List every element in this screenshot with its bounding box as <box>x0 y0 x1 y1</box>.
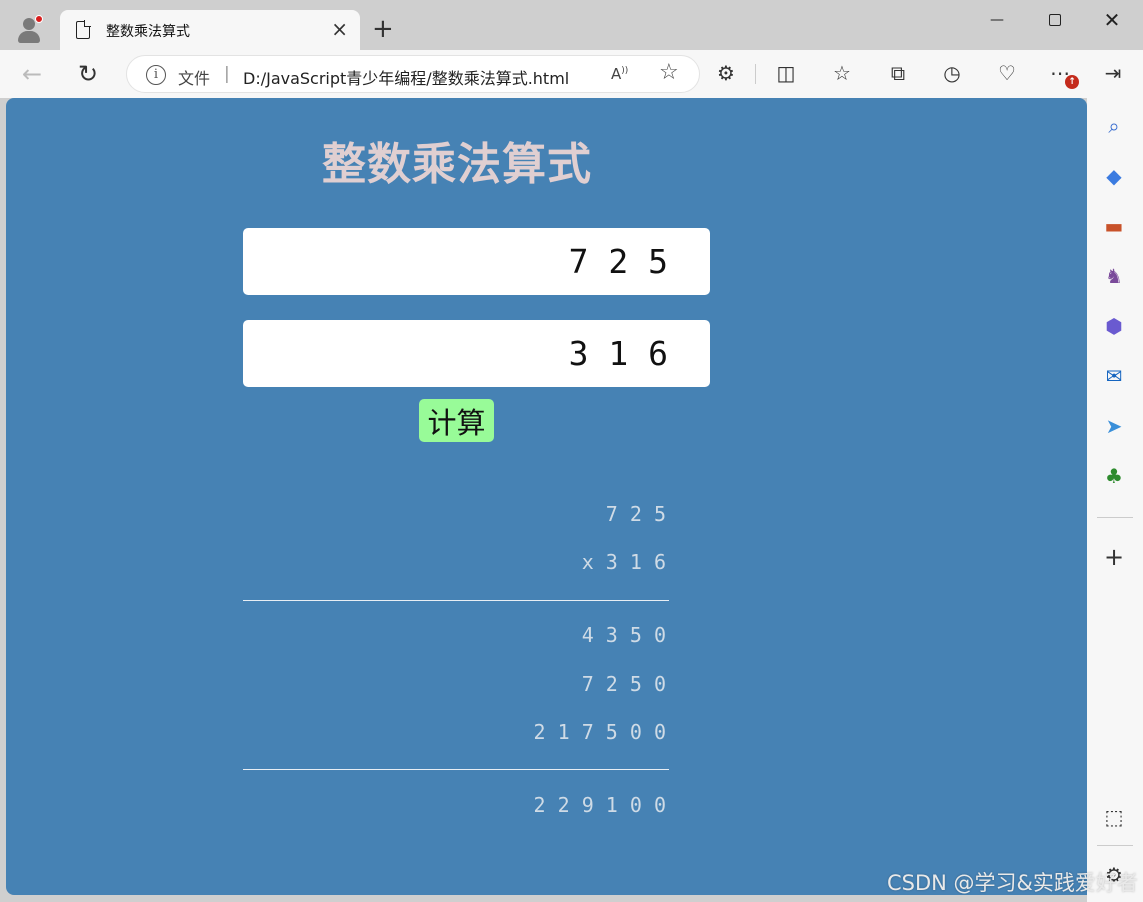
drop-send-icon[interactable]: ➤ <box>1099 411 1129 441</box>
edge-sidebar: ⌕ ◆ ▬ ♞ ⬢ ✉ ➤ ♣ + ⬚ ⚙ <box>1087 98 1143 902</box>
tools-briefcase-icon[interactable]: ▬ <box>1099 211 1129 241</box>
scheme-label: 文件 <box>178 69 211 88</box>
reload-icon[interactable]: ↻ <box>78 60 98 88</box>
multiplicand-input[interactable] <box>243 228 710 295</box>
favorite-star-icon[interactable]: ☆ <box>659 60 679 85</box>
divider-line <box>243 769 669 770</box>
url-text[interactable]: D:/JavaScript青少年编程/整数乘法算式.html <box>243 65 569 89</box>
history-icon[interactable]: ◷ <box>937 61 967 85</box>
screenshot-icon[interactable]: ⬚ <box>1099 802 1129 832</box>
tab-title: 整数乘法算式 <box>106 24 190 40</box>
multiplier-line: x 3 1 6 <box>581 550 666 574</box>
info-icon[interactable]: i <box>146 65 166 85</box>
browser-toolbar: ← ↻ i 文件 | D:/JavaScript青少年编程/整数乘法算式.htm… <box>0 50 1143 98</box>
search-icon[interactable]: ⌕ <box>1099 111 1129 141</box>
shopping-tag-icon[interactable]: ◆ <box>1099 161 1129 191</box>
multiplier-input[interactable] <box>243 320 710 387</box>
toolbar-divider <box>755 64 756 84</box>
address-separator: | <box>224 64 230 84</box>
minimize-button[interactable]: — <box>977 8 1017 29</box>
partial-product-1: 4 3 5 0 <box>581 623 666 647</box>
sidebar-toggle-icon[interactable]: ⇥ <box>1098 61 1128 85</box>
microsoft-365-icon[interactable]: ⬢ <box>1099 311 1129 341</box>
browser-tab[interactable]: 整数乘法算式 × <box>60 10 360 50</box>
address-bar[interactable]: i 文件 | D:/JavaScript青少年编程/整数乘法算式.html A)… <box>126 55 700 93</box>
notification-dot-icon <box>35 15 43 23</box>
partial-product-3: 2 1 7 5 0 0 <box>533 720 666 744</box>
page-viewport: 整数乘法算式 计算 7 2 5 x 3 1 6 4 3 5 0 7 2 5 0 … <box>6 98 1087 895</box>
collections-icon[interactable]: ⧉ <box>883 61 913 85</box>
csdn-watermark: CSDN @学习&实践爱好者 <box>887 871 1138 895</box>
close-window-button[interactable]: ✕ <box>1092 8 1132 32</box>
split-screen-icon[interactable]: ◫ <box>771 61 801 85</box>
extensions-icon[interactable]: ⚙ <box>711 61 741 85</box>
sidebar-divider <box>1097 517 1133 518</box>
maximize-button[interactable] <box>1035 8 1075 31</box>
back-arrow-icon[interactable]: ← <box>22 60 42 88</box>
new-tab-button[interactable]: + <box>372 15 394 43</box>
title-bar: 整数乘法算式 × + — ✕ <box>0 0 1143 50</box>
tab-close-icon[interactable]: × <box>331 18 348 40</box>
calculate-button[interactable]: 计算 <box>419 399 494 442</box>
read-aloud-icon[interactable]: A)) <box>611 65 628 83</box>
games-chess-icon[interactable]: ♞ <box>1099 261 1129 291</box>
partial-product-2: 7 2 5 0 <box>581 672 666 696</box>
sidebar-divider-bottom <box>1097 845 1133 846</box>
page-title: 整数乘法算式 <box>322 139 592 190</box>
update-badge-icon: ↑ <box>1065 75 1079 89</box>
tree-icon[interactable]: ♣ <box>1099 461 1129 491</box>
multiplicand-line: 7 2 5 <box>605 502 666 526</box>
add-icon[interactable]: + <box>1099 542 1129 572</box>
divider-line <box>243 600 669 601</box>
outlook-icon[interactable]: ✉ <box>1099 361 1129 391</box>
page-icon <box>76 20 91 39</box>
browser-essentials-icon[interactable]: ♡ <box>992 61 1022 85</box>
profile-avatar-icon[interactable] <box>12 12 46 46</box>
favorites-icon[interactable]: ☆ <box>827 61 857 85</box>
final-product: 2 2 9 1 0 0 <box>533 793 666 817</box>
